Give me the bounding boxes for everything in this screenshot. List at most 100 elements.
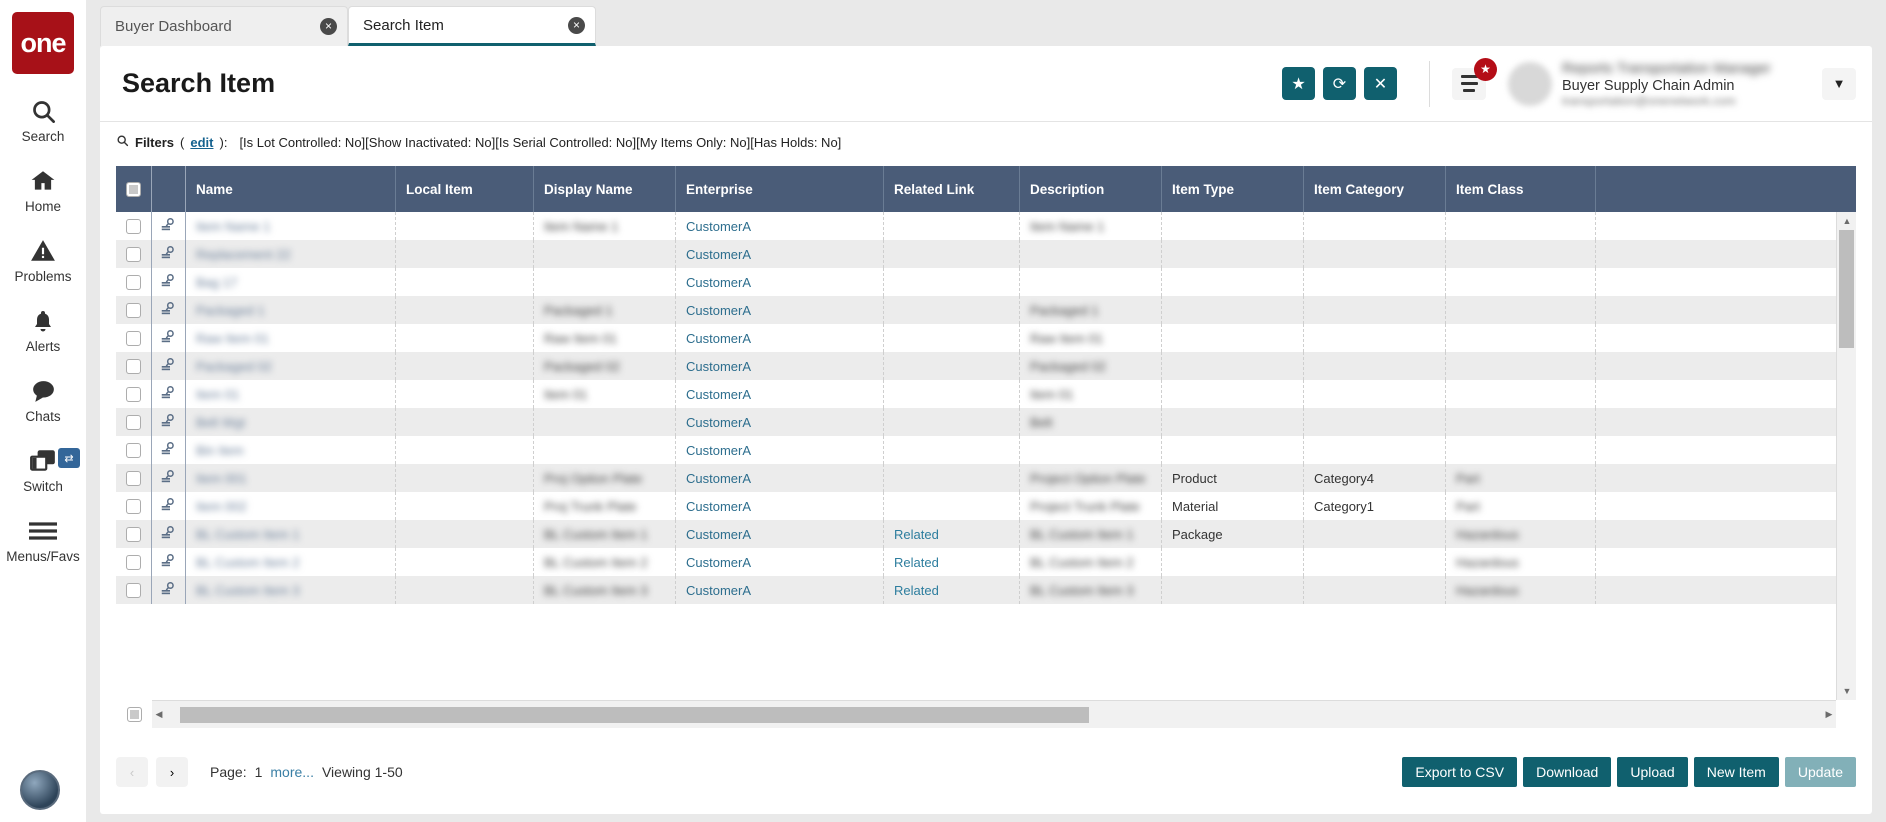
table-row[interactable]: Item Name 1 Item Name 1 CustomerA Item Name… <box>116 212 1856 240</box>
close-icon[interactable]: × <box>320 18 337 35</box>
row-detail-icon[interactable] <box>152 380 186 408</box>
row-checkbox[interactable] <box>126 498 141 514</box>
more-pages-link[interactable]: more... <box>270 764 314 780</box>
column-header-name[interactable]: Name <box>186 166 396 212</box>
scroll-right-arrow-icon[interactable]: ▶ <box>1822 709 1836 720</box>
vertical-scrollbar[interactable]: ▲ ▼ <box>1836 212 1856 700</box>
row-select-cell[interactable] <box>116 464 152 492</box>
footer-select-checkbox[interactable] <box>126 706 142 722</box>
table-row[interactable]: Item 001 Proj Option Plate CustomerA Projec… <box>116 464 1856 492</box>
refresh-button[interactable]: ⟳ <box>1323 67 1356 100</box>
table-row[interactable]: Packaged 1 Packaged 1 CustomerA Packaged 1 <box>116 296 1856 324</box>
switch-toggle-badge[interactable]: ⇄ <box>58 448 80 468</box>
footer-select-checkbox-cell[interactable] <box>116 700 152 728</box>
table-row[interactable]: Replacement 22 CustomerA <box>116 240 1856 268</box>
row-select-cell[interactable] <box>116 492 152 520</box>
column-header-item-type[interactable]: Item Type <box>1162 166 1304 212</box>
filters-edit-link[interactable]: edit <box>190 135 213 150</box>
select-all-checkbox[interactable] <box>126 181 141 197</box>
row-checkbox[interactable] <box>126 302 141 318</box>
row-detail-icon[interactable] <box>152 576 186 604</box>
row-detail-icon[interactable] <box>152 436 186 464</box>
table-row[interactable]: Bag 17 CustomerA <box>116 268 1856 296</box>
page-number[interactable]: 1 <box>255 764 263 780</box>
upload-button[interactable]: Upload <box>1617 757 1688 787</box>
row-select-cell[interactable] <box>116 212 152 240</box>
rail-item-home[interactable]: Home <box>0 166 86 214</box>
previous-page-button[interactable]: ‹ <box>116 757 148 787</box>
row-detail-icon[interactable] <box>152 324 186 352</box>
row-select-cell[interactable] <box>116 380 152 408</box>
horizontal-scroll-thumb[interactable] <box>180 706 1090 723</box>
column-header-item-category[interactable]: Item Category <box>1304 166 1446 212</box>
scroll-left-arrow-icon[interactable]: ◀ <box>152 709 166 720</box>
rail-item-problems[interactable]: Problems <box>0 236 86 284</box>
row-select-cell[interactable] <box>116 296 152 324</box>
next-page-button[interactable]: › <box>156 757 188 787</box>
favorite-button[interactable]: ★ <box>1282 67 1315 100</box>
row-checkbox[interactable] <box>126 330 141 346</box>
horizontal-scrollbar[interactable]: ◀ ▶ <box>152 700 1836 728</box>
column-header-description[interactable]: Description <box>1020 166 1162 212</box>
table-row[interactable]: Item 01 Item 01 CustomerA Item 01 <box>116 380 1856 408</box>
row-detail-icon[interactable] <box>152 352 186 380</box>
scroll-down-arrow-icon[interactable]: ▼ <box>1837 682 1857 700</box>
column-header-display-name[interactable]: Display Name <box>534 166 676 212</box>
row-select-cell[interactable] <box>116 436 152 464</box>
app-logo[interactable]: one <box>12 12 74 74</box>
tab-buyer-dashboard[interactable]: Buyer Dashboard × <box>100 6 348 46</box>
rail-item-switch[interactable]: ⇄ Switch <box>0 446 86 494</box>
row-detail-icon[interactable] <box>152 548 186 576</box>
row-detail-icon[interactable] <box>152 520 186 548</box>
table-row[interactable]: Bin Item CustomerA <box>116 436 1856 464</box>
row-checkbox[interactable] <box>126 526 141 542</box>
row-detail-icon[interactable] <box>152 212 186 240</box>
user-menu-caret[interactable]: ▼ <box>1822 67 1856 100</box>
row-detail-icon[interactable] <box>152 464 186 492</box>
export-to-csv-button[interactable]: Export to CSV <box>1402 757 1518 787</box>
table-row[interactable]: BL Custom Item 1 BL Custom Item 1 Customer… <box>116 520 1856 548</box>
row-detail-icon[interactable] <box>152 296 186 324</box>
column-header-local-item[interactable]: Local Item <box>396 166 534 212</box>
select-all-header[interactable] <box>116 166 152 212</box>
globe-avatar[interactable] <box>20 770 60 810</box>
row-detail-icon[interactable] <box>152 408 186 436</box>
table-row[interactable]: BL Custom Item 2 BL Custom Item 2 Customer… <box>116 548 1856 576</box>
row-select-cell[interactable] <box>116 324 152 352</box>
row-detail-icon[interactable] <box>152 492 186 520</box>
row-checkbox[interactable] <box>126 554 141 570</box>
row-checkbox[interactable] <box>126 582 141 598</box>
avatar[interactable] <box>1508 61 1552 106</box>
rail-item-search[interactable]: Search <box>0 96 86 144</box>
row-checkbox[interactable] <box>126 470 141 486</box>
row-checkbox[interactable] <box>126 246 141 262</box>
row-detail-icon[interactable] <box>152 240 186 268</box>
vertical-scroll-thumb[interactable] <box>1839 230 1854 348</box>
rail-item-chats[interactable]: Chats <box>0 376 86 424</box>
row-select-cell[interactable] <box>116 520 152 548</box>
rail-item-menus-favs[interactable]: Menus/Favs <box>0 516 86 564</box>
row-select-cell[interactable] <box>116 576 152 604</box>
row-checkbox[interactable] <box>126 358 141 374</box>
close-panel-button[interactable]: ✕ <box>1364 67 1397 100</box>
row-checkbox[interactable] <box>126 442 141 458</box>
row-select-cell[interactable] <box>116 548 152 576</box>
row-select-cell[interactable] <box>116 240 152 268</box>
tab-search-item[interactable]: Search Item × <box>348 6 596 46</box>
header-menu-button[interactable]: ★ <box>1452 57 1497 100</box>
row-checkbox[interactable] <box>126 274 141 290</box>
column-header-item-class[interactable]: Item Class <box>1446 166 1596 212</box>
table-row[interactable]: Packaged 02 Packaged 02 CustomerA Packaged … <box>116 352 1856 380</box>
download-button[interactable]: Download <box>1523 757 1612 787</box>
table-row[interactable]: Item 002 Proj Trunk Plate CustomerA Project… <box>116 492 1856 520</box>
table-row[interactable]: BL Custom Item 3 BL Custom Item 3 Customer… <box>116 576 1856 604</box>
row-checkbox[interactable] <box>126 414 141 430</box>
table-row[interactable]: Raw Item 01 Raw Item 01 CustomerA Raw Item … <box>116 324 1856 352</box>
table-row[interactable]: Belt Wgt CustomerA Belt <box>116 408 1856 436</box>
scroll-up-arrow-icon[interactable]: ▲ <box>1837 212 1857 230</box>
row-checkbox[interactable] <box>126 218 141 234</box>
row-select-cell[interactable] <box>116 268 152 296</box>
column-header-enterprise[interactable]: Enterprise <box>676 166 884 212</box>
row-detail-icon[interactable] <box>152 268 186 296</box>
row-select-cell[interactable] <box>116 408 152 436</box>
